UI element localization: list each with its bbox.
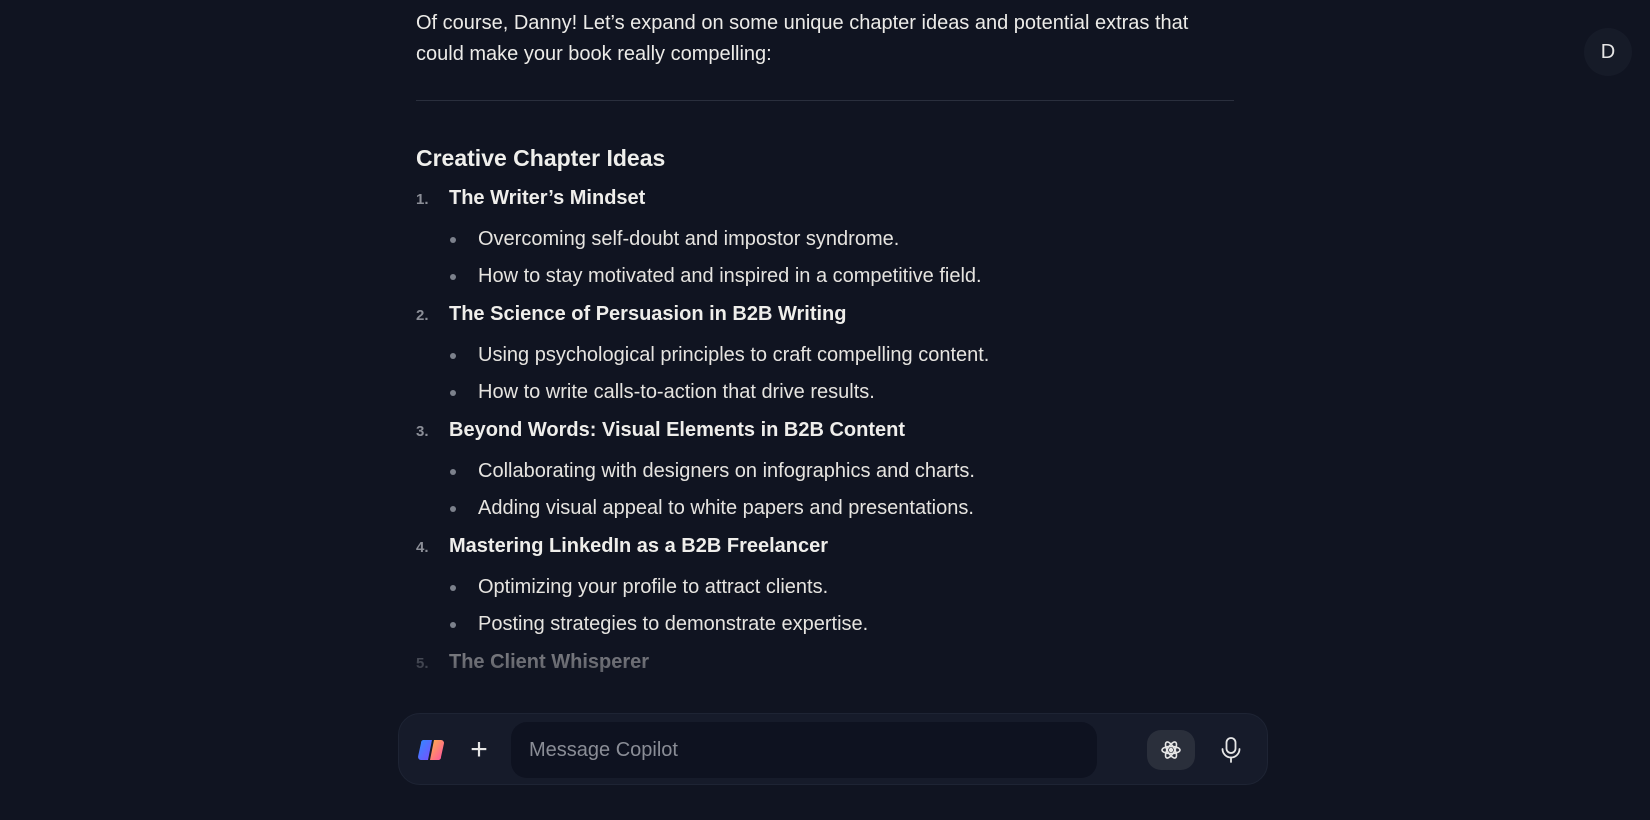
chapter-item: 1. The Writer’s Mindset Overcoming self-… xyxy=(416,187,1236,295)
bullet-icon xyxy=(450,273,456,280)
chapter-number: 4. xyxy=(416,539,429,556)
message-input[interactable] xyxy=(511,722,1097,778)
chapter-title: Beyond Words: Visual Elements in B2B Con… xyxy=(449,419,905,441)
assistant-message: Of course, Danny! Let’s expand on some u… xyxy=(416,8,1236,685)
list-item: How to write calls-to-action that drive … xyxy=(416,374,1236,411)
bullet-text: Overcoming self-doubt and impostor syndr… xyxy=(478,228,900,250)
bullet-text: How to stay motivated and inspired in a … xyxy=(478,265,982,287)
bullet-icon xyxy=(450,621,456,628)
list-item: Posting strategies to demonstrate expert… xyxy=(416,606,1236,643)
chapter-number: 3. xyxy=(416,423,429,440)
message-intro: Of course, Danny! Let’s expand on some u… xyxy=(416,12,1189,65)
chapter-item: 5. The Client Whisperer xyxy=(416,651,1236,685)
list-item: Adding visual appeal to white papers and… xyxy=(416,490,1236,527)
bullet-icon xyxy=(450,505,456,512)
chapter-title: Mastering LinkedIn as a B2B Freelancer xyxy=(449,535,829,557)
bullet-text: Optimizing your profile to attract clien… xyxy=(478,576,829,598)
add-attachment-button[interactable]: + xyxy=(461,732,497,768)
list-item: Overcoming self-doubt and impostor syndr… xyxy=(416,221,1236,258)
avatar-initial: D xyxy=(1600,40,1616,63)
plus-icon: + xyxy=(470,733,488,766)
chapter-list: 1. The Writer’s Mindset Overcoming self-… xyxy=(416,187,1236,685)
bullet-text: Using psychological principles to craft … xyxy=(478,344,990,366)
copilot-chat-page: D Of course, Danny! Let’s expand on some… xyxy=(0,0,1650,820)
microphone-button[interactable] xyxy=(1209,730,1253,770)
bullet-text: Adding visual appeal to white papers and… xyxy=(478,497,974,519)
chapter-number: 2. xyxy=(416,307,429,324)
chapter-number: 5. xyxy=(416,655,429,672)
divider xyxy=(416,100,1234,101)
copilot-logo-icon[interactable] xyxy=(417,736,445,764)
chapter-title: The Writer’s Mindset xyxy=(449,187,646,209)
list-item: Optimizing your profile to attract clien… xyxy=(416,569,1236,606)
list-item: How to stay motivated and inspired in a … xyxy=(416,258,1236,295)
bullet-text: Posting strategies to demonstrate expert… xyxy=(478,613,869,635)
bullet-icon xyxy=(450,352,456,359)
microphone-icon xyxy=(1221,737,1241,763)
think-deeper-button[interactable] xyxy=(1147,730,1195,770)
list-item: Collaborating with designers on infograp… xyxy=(416,453,1236,490)
bullet-icon xyxy=(450,584,456,591)
chapter-item: 2. The Science of Persuasion in B2B Writ… xyxy=(416,303,1236,411)
chapter-number: 1. xyxy=(416,191,429,208)
list-item: Using psychological principles to craft … xyxy=(416,337,1236,374)
user-avatar[interactable]: D xyxy=(1584,28,1632,76)
chapter-item: 3. Beyond Words: Visual Elements in B2B … xyxy=(416,419,1236,527)
bullet-text: How to write calls-to-action that drive … xyxy=(478,381,875,403)
chapter-item: 4. Mastering LinkedIn as a B2B Freelance… xyxy=(416,535,1236,643)
chapter-title: The Client Whisperer xyxy=(449,651,650,673)
chapter-title: The Science of Persuasion in B2B Writing xyxy=(449,303,847,325)
bullet-icon xyxy=(450,468,456,475)
bullet-icon xyxy=(450,389,456,396)
atom-icon xyxy=(1161,741,1181,759)
bullet-icon xyxy=(450,236,456,243)
section-heading: Creative Chapter Ideas xyxy=(416,145,666,171)
bullet-text: Collaborating with designers on infograp… xyxy=(478,460,975,482)
message-composer: + xyxy=(398,713,1268,785)
